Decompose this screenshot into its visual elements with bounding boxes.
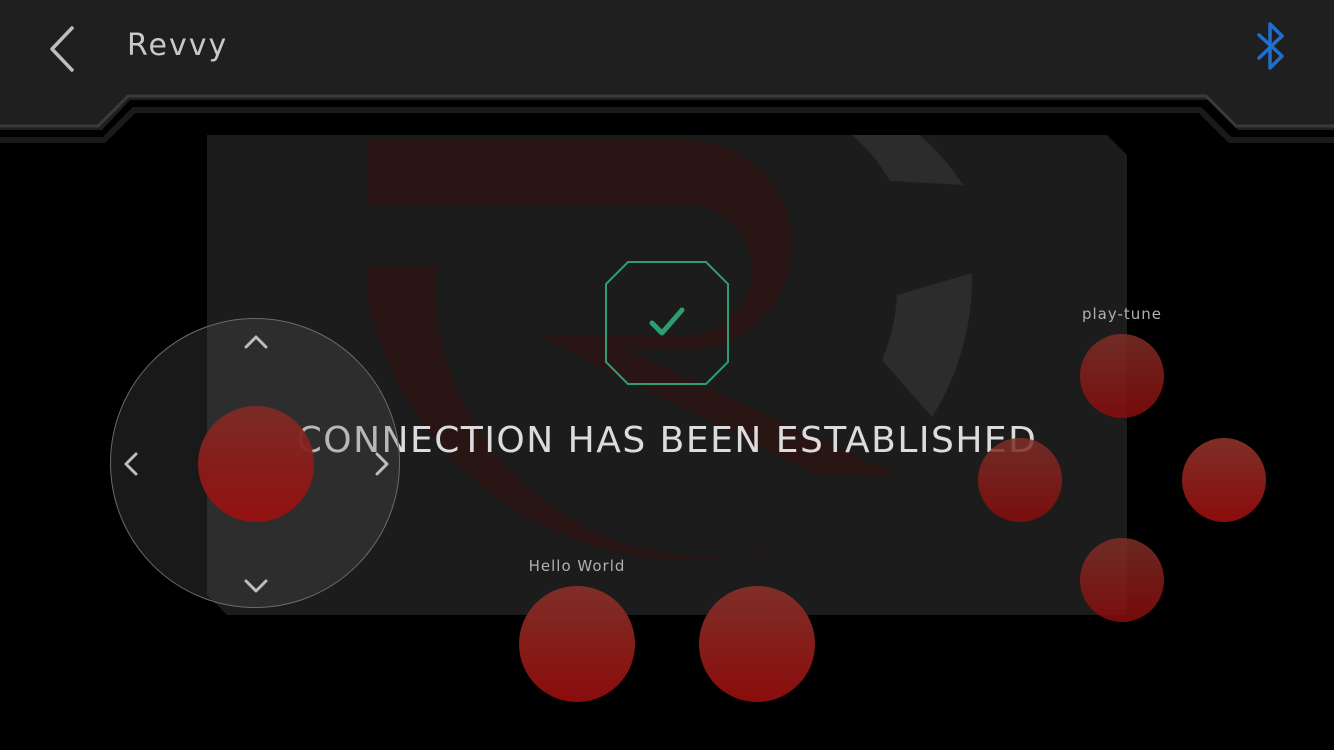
chevron-left-icon [124, 452, 138, 476]
joystick[interactable] [110, 318, 400, 608]
action-button-right[interactable] [1182, 438, 1266, 522]
bluetooth-button[interactable] [1250, 20, 1292, 74]
back-button[interactable] [40, 22, 88, 76]
action-button-bottom[interactable] [1080, 538, 1164, 622]
bluetooth-icon [1257, 22, 1284, 70]
app-screen: Revvy CONNECTION HAS BEEN ESTABLISHED He… [0, 0, 1334, 750]
action-button-2[interactable] [699, 586, 815, 702]
hello-world-button[interactable] [519, 586, 635, 702]
joystick-knob[interactable] [198, 406, 314, 522]
chevron-down-icon [244, 579, 268, 593]
chevron-up-icon [244, 335, 268, 349]
action-button-left[interactable] [978, 438, 1062, 522]
play-tune-label: play-tune [1081, 305, 1163, 323]
check-icon [605, 261, 729, 385]
chevron-right-icon [375, 452, 389, 476]
play-tune-button[interactable] [1080, 334, 1164, 418]
page-title: Revvy [127, 28, 229, 63]
chevron-left-icon [50, 26, 74, 72]
header-bar [0, 0, 1334, 143]
hello-world-label: Hello World [528, 557, 626, 575]
